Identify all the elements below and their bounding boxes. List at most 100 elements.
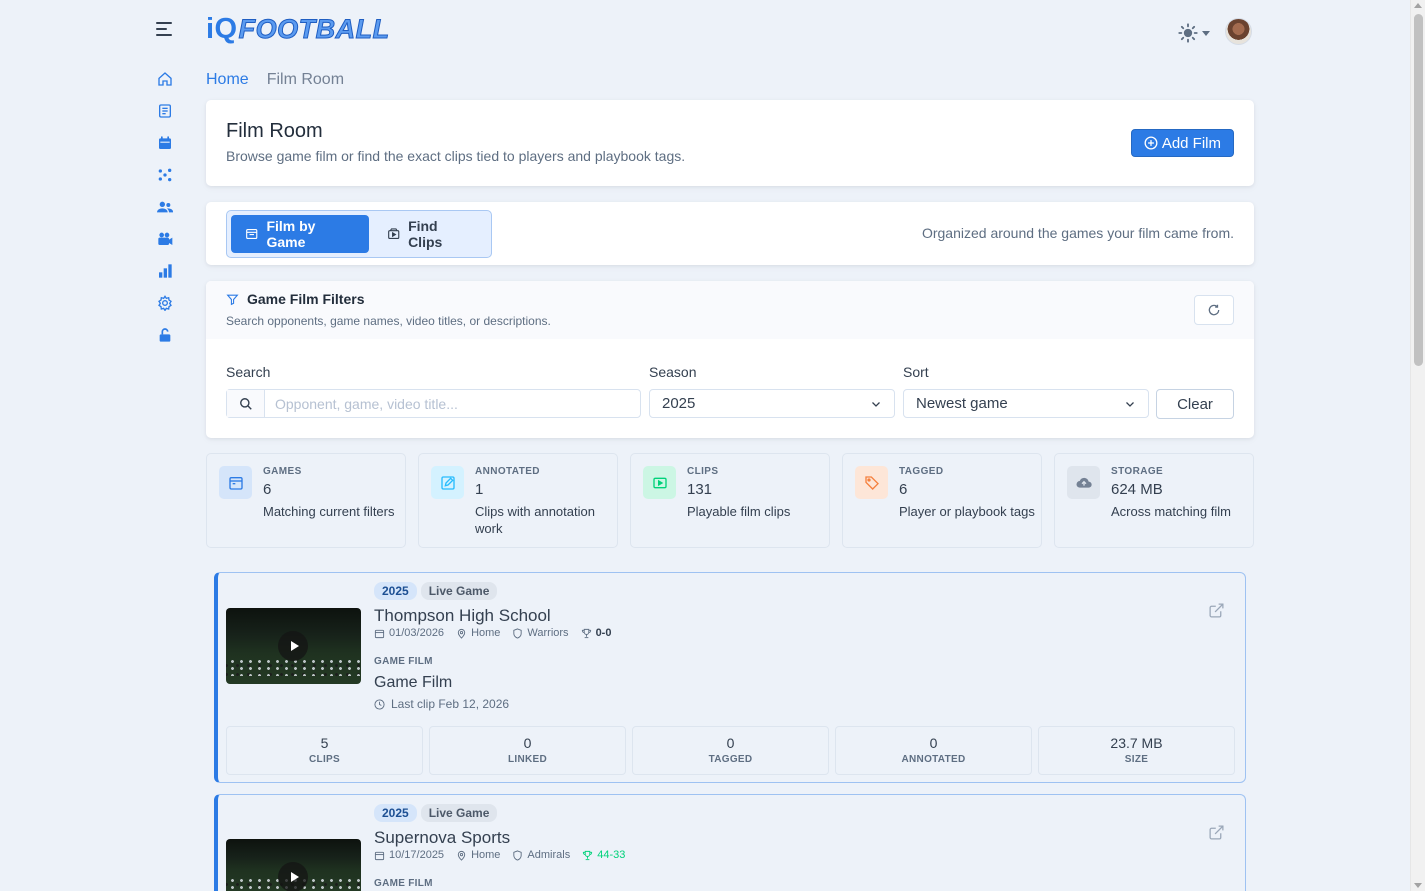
calendar-icon	[374, 851, 385, 860]
sidebar-item-calendar[interactable]	[154, 132, 176, 154]
sort-select-value: Newest game	[916, 395, 1008, 412]
unlock-icon	[159, 328, 171, 342]
game-opponent[interactable]: Supernova Sports	[374, 828, 510, 848]
playbook-icon	[158, 168, 172, 182]
page-header-card: Film Room Browse game film or find the e…	[206, 100, 1254, 186]
game-opponent[interactable]: Thompson High School	[374, 606, 551, 626]
sidebar-item-plays[interactable]	[154, 164, 176, 186]
game-card[interactable]: 2025 Live Game Supernova Sports 10/17/20…	[214, 794, 1246, 891]
search-input[interactable]	[265, 390, 640, 417]
stat-value: 6	[263, 481, 272, 498]
home-icon	[158, 72, 172, 86]
game-stat-size: 23.7 MB SIZE	[1038, 726, 1235, 775]
stat-value: 131	[687, 481, 713, 498]
sidebar-item-film[interactable]	[154, 228, 176, 250]
filters-header: Game Film Filters Search opponents, game…	[206, 281, 1254, 339]
tab-film-by-game-label: Film by Game	[266, 218, 316, 250]
stat-value: 0	[929, 735, 938, 751]
sidebar-nav	[154, 68, 176, 356]
stat-value: 1	[475, 481, 484, 498]
users-icon	[157, 201, 173, 213]
last-clip: Last clip Feb 12, 2026	[374, 697, 509, 711]
shield-icon	[513, 849, 523, 861]
sidebar-item-settings[interactable]	[154, 292, 176, 314]
tag-icon	[855, 466, 888, 499]
external-link-icon[interactable]	[1208, 824, 1225, 846]
filters-subtitle: Search opponents, game names, video titl…	[226, 314, 551, 328]
film-camera-icon	[158, 232, 173, 245]
film-title[interactable]: Game Film	[374, 674, 452, 692]
sort-select[interactable]: Newest game	[903, 389, 1149, 418]
stat-label: CLIPS	[309, 754, 340, 765]
clear-button[interactable]: Clear	[1156, 389, 1234, 419]
game-team: Admirals	[527, 849, 571, 861]
filters-title-text: Game Film Filters	[247, 291, 365, 307]
film-list-icon	[246, 228, 258, 240]
chevron-down-icon	[872, 401, 880, 407]
play-icon[interactable]	[278, 631, 308, 661]
season-select[interactable]: 2025	[649, 389, 895, 418]
stat-value: 624 MB	[1111, 481, 1163, 498]
clock-icon	[374, 698, 385, 710]
sidebar-item-lock[interactable]	[154, 324, 176, 346]
stat-label: ANNOTATED	[901, 754, 966, 765]
add-film-label: Add Film	[1161, 134, 1221, 152]
game-stat-linked: 0 LINKED	[429, 726, 626, 775]
game-stat-annotated: 0 ANNOTATED	[835, 726, 1032, 775]
video-icon	[643, 466, 676, 499]
page-scrollbar[interactable]	[1410, 0, 1425, 891]
game-thumbnail[interactable]	[226, 608, 361, 684]
stat-description: Across matching film	[1111, 504, 1231, 519]
filter-icon	[226, 294, 239, 305]
menu-toggle-icon[interactable]	[156, 22, 172, 36]
search-label: Search	[226, 364, 271, 380]
stat-label: TAGGED	[899, 466, 944, 477]
refresh-button[interactable]	[1194, 295, 1234, 325]
tab-film-by-game[interactable]: Film by Game	[231, 215, 369, 253]
page-title: Film Room	[226, 120, 323, 142]
sidebar-item-stats[interactable]	[154, 260, 176, 282]
game-date: 10/17/2025	[389, 849, 445, 861]
breadcrumb-home[interactable]: Home	[206, 71, 249, 89]
game-film-section-label: GAME FILM	[374, 656, 433, 667]
game-thumbnail[interactable]	[226, 839, 361, 891]
game-meta: 01/03/2026 Home Warriors 0-0	[374, 627, 611, 639]
scrollbar-thumb[interactable]	[1414, 14, 1423, 366]
stat-value: 0	[523, 735, 532, 751]
sort-label: Sort	[903, 364, 929, 380]
game-type-badge: Live Game	[420, 804, 498, 822]
stat-label: LINKED	[507, 754, 548, 765]
stat-card-storage: STORAGE 624 MB Across matching film	[1054, 453, 1254, 548]
trophy-icon	[583, 850, 593, 860]
sidebar-item-home[interactable]	[154, 68, 176, 90]
user-avatar[interactable]	[1225, 18, 1252, 45]
tabs-note: Organized around the games your film cam…	[921, 225, 1234, 241]
add-film-button[interactable]: Add Film	[1130, 129, 1234, 157]
stat-card-tagged: TAGGED 6 Player or playbook tags	[842, 453, 1042, 548]
external-link-icon[interactable]	[1208, 602, 1225, 624]
game-team: Warriors	[527, 627, 569, 639]
game-card[interactable]: 2025 Live Game Thompson High School 01/0…	[214, 572, 1246, 783]
sidebar-item-players[interactable]	[154, 196, 176, 218]
scroll-down-arrow[interactable]	[1414, 883, 1422, 888]
calendar-icon	[219, 466, 252, 499]
breadcrumb-current: Film Room	[266, 71, 345, 88]
game-record: 44-33	[597, 849, 626, 861]
calendar-icon	[159, 136, 171, 149]
tab-find-clips[interactable]: Find Clips	[373, 215, 487, 253]
map-pin-icon	[457, 628, 466, 639]
stat-description: Clips with annotation work	[475, 504, 595, 536]
app-logo[interactable]: iQ FOOTBALL	[206, 13, 390, 45]
stat-label: TAGGED	[708, 754, 753, 765]
stat-value: 23.7 MB	[1110, 735, 1163, 751]
play-icon[interactable]	[278, 862, 308, 891]
breadcrumb: Home Film Room	[206, 71, 344, 89]
stat-description: Player or playbook tags	[899, 504, 1035, 519]
search-group	[226, 389, 641, 418]
filters-card: Game Film Filters Search opponents, game…	[206, 281, 1254, 438]
search-icon	[227, 390, 265, 417]
game-film-section-label: GAME FILM	[374, 878, 433, 889]
theme-toggle[interactable]	[1178, 23, 1210, 43]
sidebar-item-documents[interactable]	[154, 100, 176, 122]
scroll-up-arrow[interactable]	[1414, 3, 1422, 8]
